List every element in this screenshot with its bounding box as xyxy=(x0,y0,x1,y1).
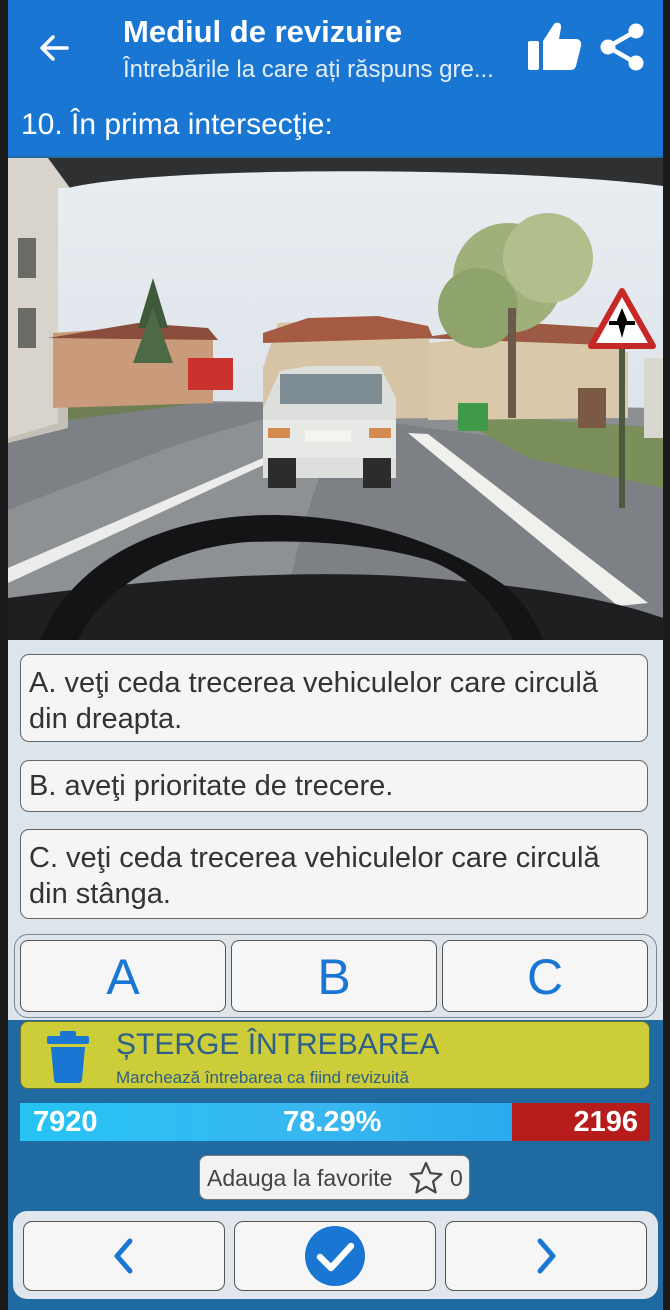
star-outline-icon xyxy=(409,1161,443,1194)
add-favorite-button[interactable]: Adauga la favorite 0 xyxy=(199,1155,470,1200)
answer-option-a[interactable]: A. veţi ceda trecerea vehiculelor care c… xyxy=(20,654,648,742)
question-text: 10. În prima intersecţie: xyxy=(21,108,333,141)
correct-percent: 78.29% xyxy=(283,1106,382,1138)
back-arrow-icon[interactable] xyxy=(34,28,74,68)
screen-title: Mediul de revizuire xyxy=(123,14,403,49)
app-bar: Mediul de revizuire Întrebările la care … xyxy=(8,0,663,98)
favorite-count: 0 xyxy=(450,1165,463,1191)
next-button[interactable] xyxy=(445,1221,647,1291)
question-image xyxy=(8,158,663,640)
question-header: 10. În prima intersecţie: xyxy=(8,98,663,156)
answer-option-c[interactable]: C. veţi ceda trecerea vehiculelor care c… xyxy=(20,829,648,919)
correct-count: 7920 xyxy=(33,1106,98,1138)
trash-icon xyxy=(47,1031,89,1083)
delete-subtitle: Marchează întrebarea ca fiind revizuită xyxy=(116,1068,409,1087)
stats-bar: 7920 78.29% 2196 xyxy=(20,1103,650,1141)
choice-buttons-group: A B C xyxy=(14,934,657,1018)
bottom-panel: ȘTERGE ÎNTREBAREA Marchează întrebarea c… xyxy=(8,1020,663,1310)
choice-b-button[interactable]: B xyxy=(231,940,437,1012)
check-answer-button[interactable] xyxy=(234,1221,436,1291)
choice-a-button[interactable]: A xyxy=(20,940,226,1012)
chevron-right-icon xyxy=(537,1238,556,1274)
screen-subtitle: Întrebările la care ați răspuns gre... xyxy=(123,56,494,83)
previous-button[interactable] xyxy=(23,1221,225,1291)
car-ahead xyxy=(263,366,396,488)
chevron-left-icon xyxy=(114,1238,133,1274)
answers-panel: A. veţi ceda trecerea vehiculelor care c… xyxy=(8,640,663,1020)
share-icon[interactable] xyxy=(598,22,646,72)
answer-option-b[interactable]: B. aveţi prioritate de trecere. xyxy=(20,760,648,812)
choice-c-button[interactable]: C xyxy=(442,940,648,1012)
delete-title: ȘTERGE ÎNTREBAREA xyxy=(116,1028,440,1061)
app-frame: Mediul de revizuire Întrebările la care … xyxy=(8,0,663,1310)
wrong-count: 2196 xyxy=(573,1106,638,1138)
favorite-label: Adauga la favorite xyxy=(207,1165,393,1191)
checkmark-circle-icon xyxy=(305,1226,365,1286)
thumbs-up-icon[interactable] xyxy=(526,20,582,72)
navigation-bar xyxy=(13,1211,658,1299)
delete-question-button[interactable]: ȘTERGE ÎNTREBAREA Marchează întrebarea c… xyxy=(20,1021,650,1089)
